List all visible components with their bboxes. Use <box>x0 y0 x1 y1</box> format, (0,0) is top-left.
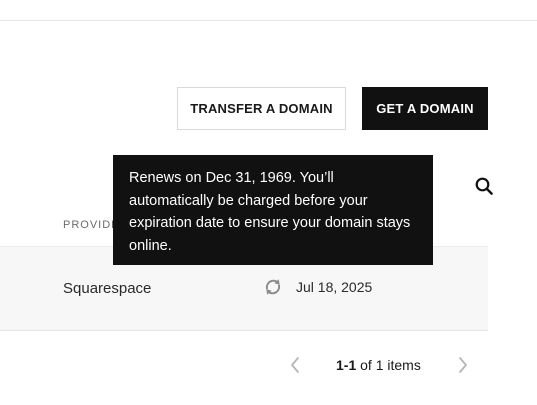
renewal-tooltip: Renews on Dec 31, 1969. You’ll automatic… <box>113 155 433 265</box>
chevron-left-icon[interactable] <box>288 356 302 374</box>
search-icon[interactable] <box>474 176 494 196</box>
chevron-right-icon[interactable] <box>456 356 470 374</box>
provider-cell: Squarespace <box>63 280 152 297</box>
pagination-range: 1-1 <box>336 357 357 373</box>
top-divider <box>0 20 537 21</box>
pagination-of: of <box>360 357 372 373</box>
pagination-unit: items <box>387 357 421 373</box>
pagination-status: 1-1 of 1 items <box>336 357 421 373</box>
pagination-total: 1 <box>375 357 384 373</box>
get-domain-button[interactable]: GET A DOMAIN <box>362 87 488 130</box>
expiration-date: Jul 18, 2025 <box>296 279 373 295</box>
auto-renew-icon[interactable] <box>262 276 284 298</box>
transfer-domain-button[interactable]: TRANSFER A DOMAIN <box>177 87 346 130</box>
